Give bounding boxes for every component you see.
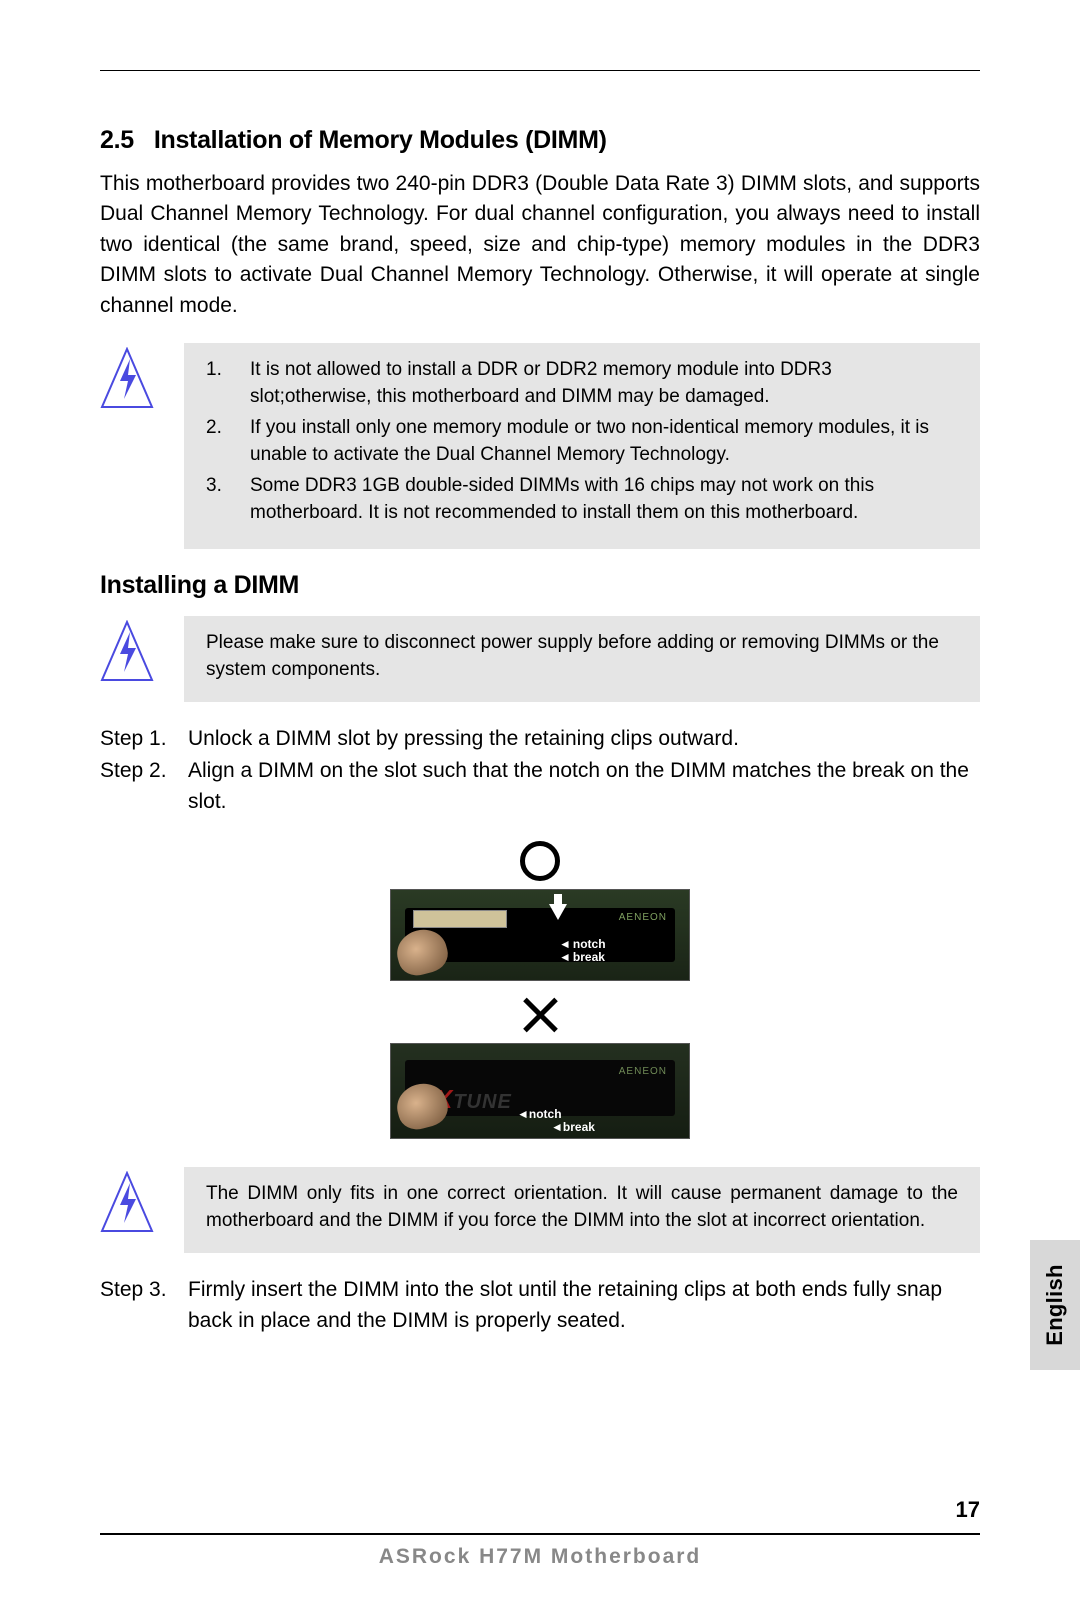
warning-text: If you install only one memory module or… xyxy=(250,415,958,469)
warning-box-1: 1. It is not allowed to install a DDR or… xyxy=(184,343,980,549)
step-row: Step 1. Unlock a DIMM slot by pressing t… xyxy=(100,724,980,754)
step-label: Step 2. xyxy=(100,756,188,817)
footer-title: ASRock H77M Motherboard xyxy=(379,1545,702,1569)
section-number: 2.5 xyxy=(100,126,134,154)
lightning-icon xyxy=(100,347,154,409)
warning-text: Some DDR3 1GB double-sided DIMMs with 16… xyxy=(250,473,958,527)
warning-box-2: Please make sure to disconnect power sup… xyxy=(184,616,980,702)
step-label: Step 3. xyxy=(100,1275,188,1336)
dimm-incorrect-photo: XTUNE AENEON ◄notch ◄break xyxy=(390,1043,690,1139)
language-tab: English xyxy=(1030,1240,1080,1370)
step-text: Firmly insert the DIMM into the slot unt… xyxy=(188,1275,980,1336)
notch-label: notch xyxy=(573,937,606,951)
dimm-correct-photo: AENEON ◄notch ◄break xyxy=(390,889,690,981)
notch-break-labels: ◄notch ◄break xyxy=(559,938,606,964)
step-text: Align a DIMM on the slot such that the n… xyxy=(188,756,980,817)
subsection-heading: Installing a DIMM xyxy=(100,571,980,600)
warning-item: 2. If you install only one memory module… xyxy=(206,415,958,469)
warning-number: 1. xyxy=(206,357,250,411)
page-number: 17 xyxy=(956,1497,980,1523)
break-label: break xyxy=(573,950,605,964)
language-label: English xyxy=(1042,1264,1068,1346)
warning-number: 2. xyxy=(206,415,250,469)
incorrect-symbol xyxy=(390,995,690,1035)
step-row: Step 3. Firmly insert the DIMM into the … xyxy=(100,1275,980,1336)
arrow-down-icon xyxy=(549,904,567,920)
warning-text: It is not allowed to install a DDR or DD… xyxy=(250,357,958,411)
notch-label: notch xyxy=(529,1107,562,1121)
section-intro: This motherboard provides two 240-pin DD… xyxy=(100,169,980,321)
warning-item: 1. It is not allowed to install a DDR or… xyxy=(206,357,958,411)
break-label: break xyxy=(563,1120,595,1134)
footer-rule xyxy=(100,1533,980,1535)
notch-break-labels: ◄notch ◄break xyxy=(517,1108,595,1134)
warning-block-2: Please make sure to disconnect power sup… xyxy=(100,616,980,702)
top-rule xyxy=(100,70,980,71)
page-content: 2.5 Installation of Memory Modules (DIMM… xyxy=(0,0,1080,1398)
brand-label: AENEON xyxy=(619,1066,667,1077)
step-row: Step 2. Align a DIMM on the slot such th… xyxy=(100,756,980,817)
lightning-icon xyxy=(100,1171,154,1233)
dimm-diagram: AENEON ◄notch ◄break XTUNE AENEON ◄notch… xyxy=(390,841,690,1139)
brand-label: AENEON xyxy=(619,912,667,923)
correct-symbol xyxy=(390,841,690,881)
warning-block-3: The DIMM only fits in one correct orient… xyxy=(100,1167,980,1253)
page-footer: 17 ASRock H77M Motherboard xyxy=(100,1533,980,1569)
section-heading: 2.5 Installation of Memory Modules (DIMM… xyxy=(100,126,980,155)
step-label: Step 1. xyxy=(100,724,188,754)
section-title: Installation of Memory Modules (DIMM) xyxy=(154,126,607,154)
warning-box-3: The DIMM only fits in one correct orient… xyxy=(184,1167,980,1253)
lightning-icon xyxy=(100,620,154,682)
warning-item: 3. Some DDR3 1GB double-sided DIMMs with… xyxy=(206,473,958,527)
warning-block-1: 1. It is not allowed to install a DDR or… xyxy=(100,343,980,549)
warning-number: 3. xyxy=(206,473,250,527)
step-text: Unlock a DIMM slot by pressing the retai… xyxy=(188,724,980,754)
